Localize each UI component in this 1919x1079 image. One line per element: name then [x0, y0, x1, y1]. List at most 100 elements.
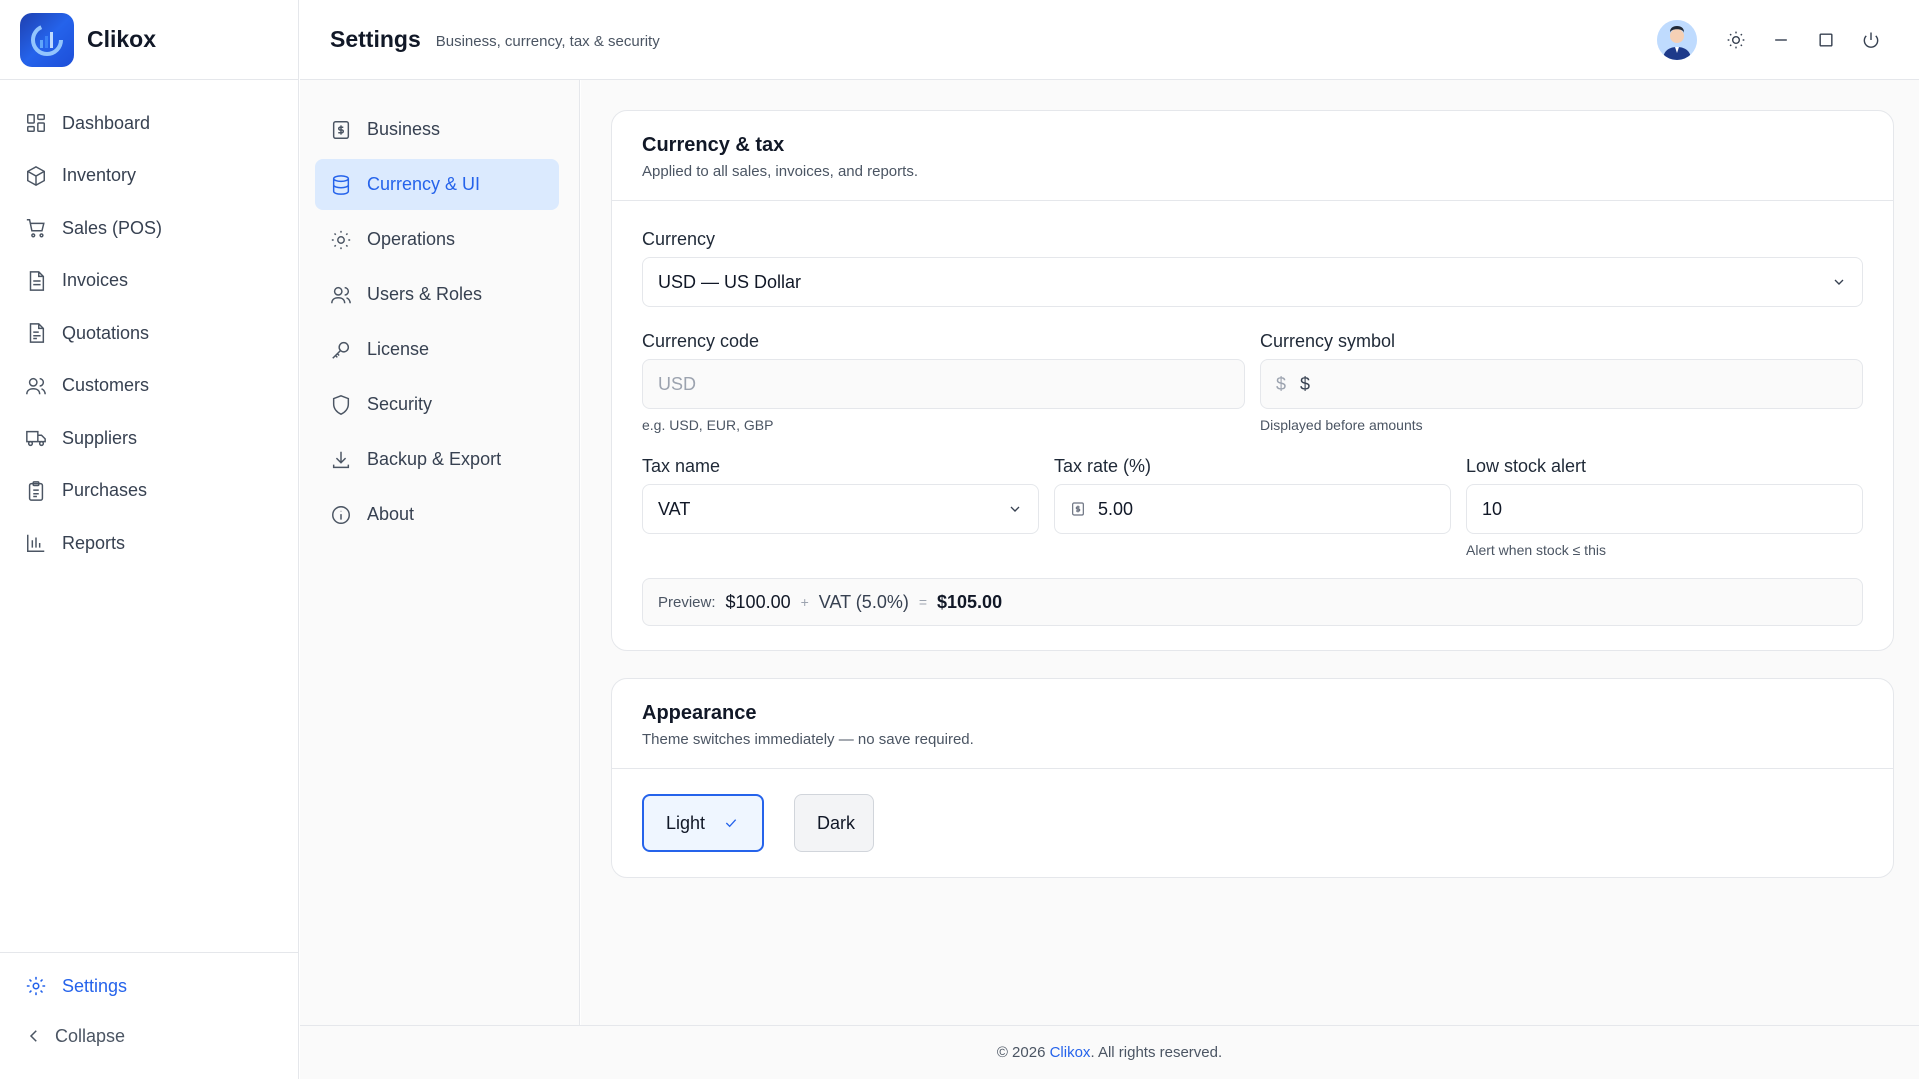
currency-select[interactable]: USD — US Dollar	[642, 257, 1863, 307]
main-nav: Dashboard Inventory Sales (POS) Invoices…	[0, 80, 298, 570]
currency-label: Currency	[642, 229, 716, 249]
database-icon	[330, 174, 352, 196]
maximize-icon	[1816, 30, 1836, 50]
currency-code-field[interactable]: USD	[642, 359, 1245, 409]
sidebar-item-suppliers[interactable]: Suppliers	[0, 412, 298, 465]
app-logo-icon	[20, 12, 74, 67]
preview-equals: =	[918, 594, 928, 610]
quote-icon	[25, 322, 47, 344]
gear-icon	[25, 975, 47, 997]
collapse-label: Collapse	[55, 1025, 126, 1046]
sidebar-item-inventory[interactable]: Inventory	[0, 150, 298, 203]
tab-about[interactable]: About	[315, 489, 559, 540]
theme-toggle-button[interactable]	[1716, 20, 1756, 60]
tab-license[interactable]: License	[315, 324, 559, 375]
sidebar-item-purchases[interactable]: Purchases	[0, 465, 298, 518]
footer-brand-link[interactable]: Clikox	[1050, 1044, 1091, 1061]
sidebar-item-invoices[interactable]: Invoices	[0, 255, 298, 308]
currency-code-label: Currency code	[642, 331, 760, 351]
preview-label: Preview:	[658, 593, 716, 611]
tax-rate-input[interactable]: 5.00	[1054, 484, 1451, 534]
card-title: Appearance	[642, 702, 757, 724]
page-title: Settings	[330, 26, 421, 52]
document-icon	[25, 270, 47, 292]
chevron-down-icon	[1007, 501, 1023, 517]
power-button[interactable]	[1851, 20, 1891, 60]
footer-copyright: © 2026	[996, 1044, 1046, 1061]
sidebar-item-label: Quotations	[62, 322, 150, 343]
cart-icon	[25, 217, 47, 239]
low-stock-group: Low stock alert 10 Alert when stock ≤ th…	[1466, 456, 1863, 558]
truck-icon	[25, 427, 47, 449]
sidebar-item-dashboard[interactable]: Dashboard	[0, 97, 298, 150]
collapse-button[interactable]: Collapse	[0, 1011, 299, 1061]
page-subtitle: Business, currency, tax & security	[435, 33, 660, 50]
card-body: Currency USD — US Dollar Currency code U…	[612, 201, 1893, 650]
currency-code-placeholder: USD	[658, 373, 697, 394]
menu-item-label: Backup & Export	[367, 449, 502, 469]
app-name: Clikox	[87, 26, 157, 52]
tab-business[interactable]: Business	[315, 104, 559, 155]
currency-value: USD — US Dollar	[658, 271, 802, 292]
theme-dark-button[interactable]: Dark	[794, 794, 874, 852]
shield-icon	[330, 394, 352, 416]
low-stock-value: 10	[1482, 498, 1503, 519]
currency-tax-card: Currency & tax Applied to all sales, inv…	[611, 110, 1894, 651]
tax-row: Tax name VAT Tax rate (%) 5.00 Low stock…	[642, 456, 1863, 558]
download-icon	[330, 449, 352, 471]
currency-symbol-hint: Displayed before amounts	[1260, 417, 1423, 433]
theme-light-label: Light	[666, 812, 706, 833]
check-icon	[723, 815, 739, 831]
tab-currency-ui[interactable]: Currency & UI	[315, 159, 559, 210]
header-actions	[1657, 20, 1891, 60]
currency-symbol-value: $	[1300, 373, 1311, 394]
tax-name-select[interactable]: VAT	[642, 484, 1039, 534]
sidebar-item-label: Customers	[62, 375, 150, 396]
minimize-button[interactable]	[1761, 20, 1801, 60]
sidebar-item-label: Dashboard	[62, 112, 151, 133]
sidebar-item-label: Settings	[62, 975, 128, 996]
menu-item-label: Currency & UI	[367, 174, 481, 194]
users-icon	[25, 375, 47, 397]
low-stock-label: Low stock alert	[1466, 456, 1587, 476]
theme-light-button[interactable]: Light	[642, 794, 764, 852]
tab-backup-export[interactable]: Backup & Export	[315, 434, 559, 485]
maximize-button[interactable]	[1806, 20, 1846, 60]
sidebar-item-quotations[interactable]: Quotations	[0, 307, 298, 360]
tab-security[interactable]: Security	[315, 379, 559, 430]
card-description: Theme switches immediately — no save req…	[642, 731, 974, 748]
tab-users-roles[interactable]: Users & Roles	[315, 269, 559, 320]
brand: Clikox	[0, 0, 298, 80]
currency-symbol-group: Currency symbol $ $ Displayed before amo…	[1260, 331, 1863, 433]
sun-icon	[1726, 30, 1746, 50]
settings-content: Currency & tax Applied to all sales, inv…	[581, 80, 1919, 1025]
avatar[interactable]	[1657, 20, 1697, 60]
tax-preview: Preview: $100.00 + VAT (5.0%) = $105.00	[642, 578, 1863, 626]
sidebar-item-reports[interactable]: Reports	[0, 517, 298, 570]
sidebar-item-settings[interactable]: Settings	[0, 961, 299, 1011]
card-title: Currency & tax	[642, 134, 785, 156]
sidebar-item-sales[interactable]: Sales (POS)	[0, 202, 298, 255]
chevron-down-icon	[1831, 274, 1847, 290]
currency-symbol-label: Currency symbol	[1260, 331, 1396, 351]
sun-icon	[330, 229, 352, 251]
dollar-icon: $	[1276, 373, 1287, 394]
sidebar-item-label: Sales (POS)	[62, 217, 163, 238]
card-description: Applied to all sales, invoices, and repo…	[642, 163, 918, 180]
users-icon	[330, 284, 352, 306]
tax-name-label: Tax name	[642, 456, 721, 476]
sidebar-item-label: Suppliers	[62, 427, 138, 448]
theme-options: Light Dark	[612, 769, 1893, 877]
low-stock-input[interactable]: 10	[1466, 484, 1863, 534]
card-header: Appearance Theme switches immediately — …	[612, 679, 1893, 769]
menu-item-label: Operations	[367, 229, 456, 249]
clipboard-icon	[25, 480, 47, 502]
currency-symbol-field[interactable]: $ $	[1260, 359, 1863, 409]
menu-item-label: License	[367, 339, 430, 359]
card-header: Currency & tax Applied to all sales, inv…	[612, 111, 1893, 201]
sidebar-item-label: Invoices	[62, 270, 129, 291]
tab-operations[interactable]: Operations	[315, 214, 559, 265]
chevron-left-icon	[25, 1027, 43, 1045]
key-icon	[330, 339, 352, 361]
sidebar-item-customers[interactable]: Customers	[0, 360, 298, 413]
